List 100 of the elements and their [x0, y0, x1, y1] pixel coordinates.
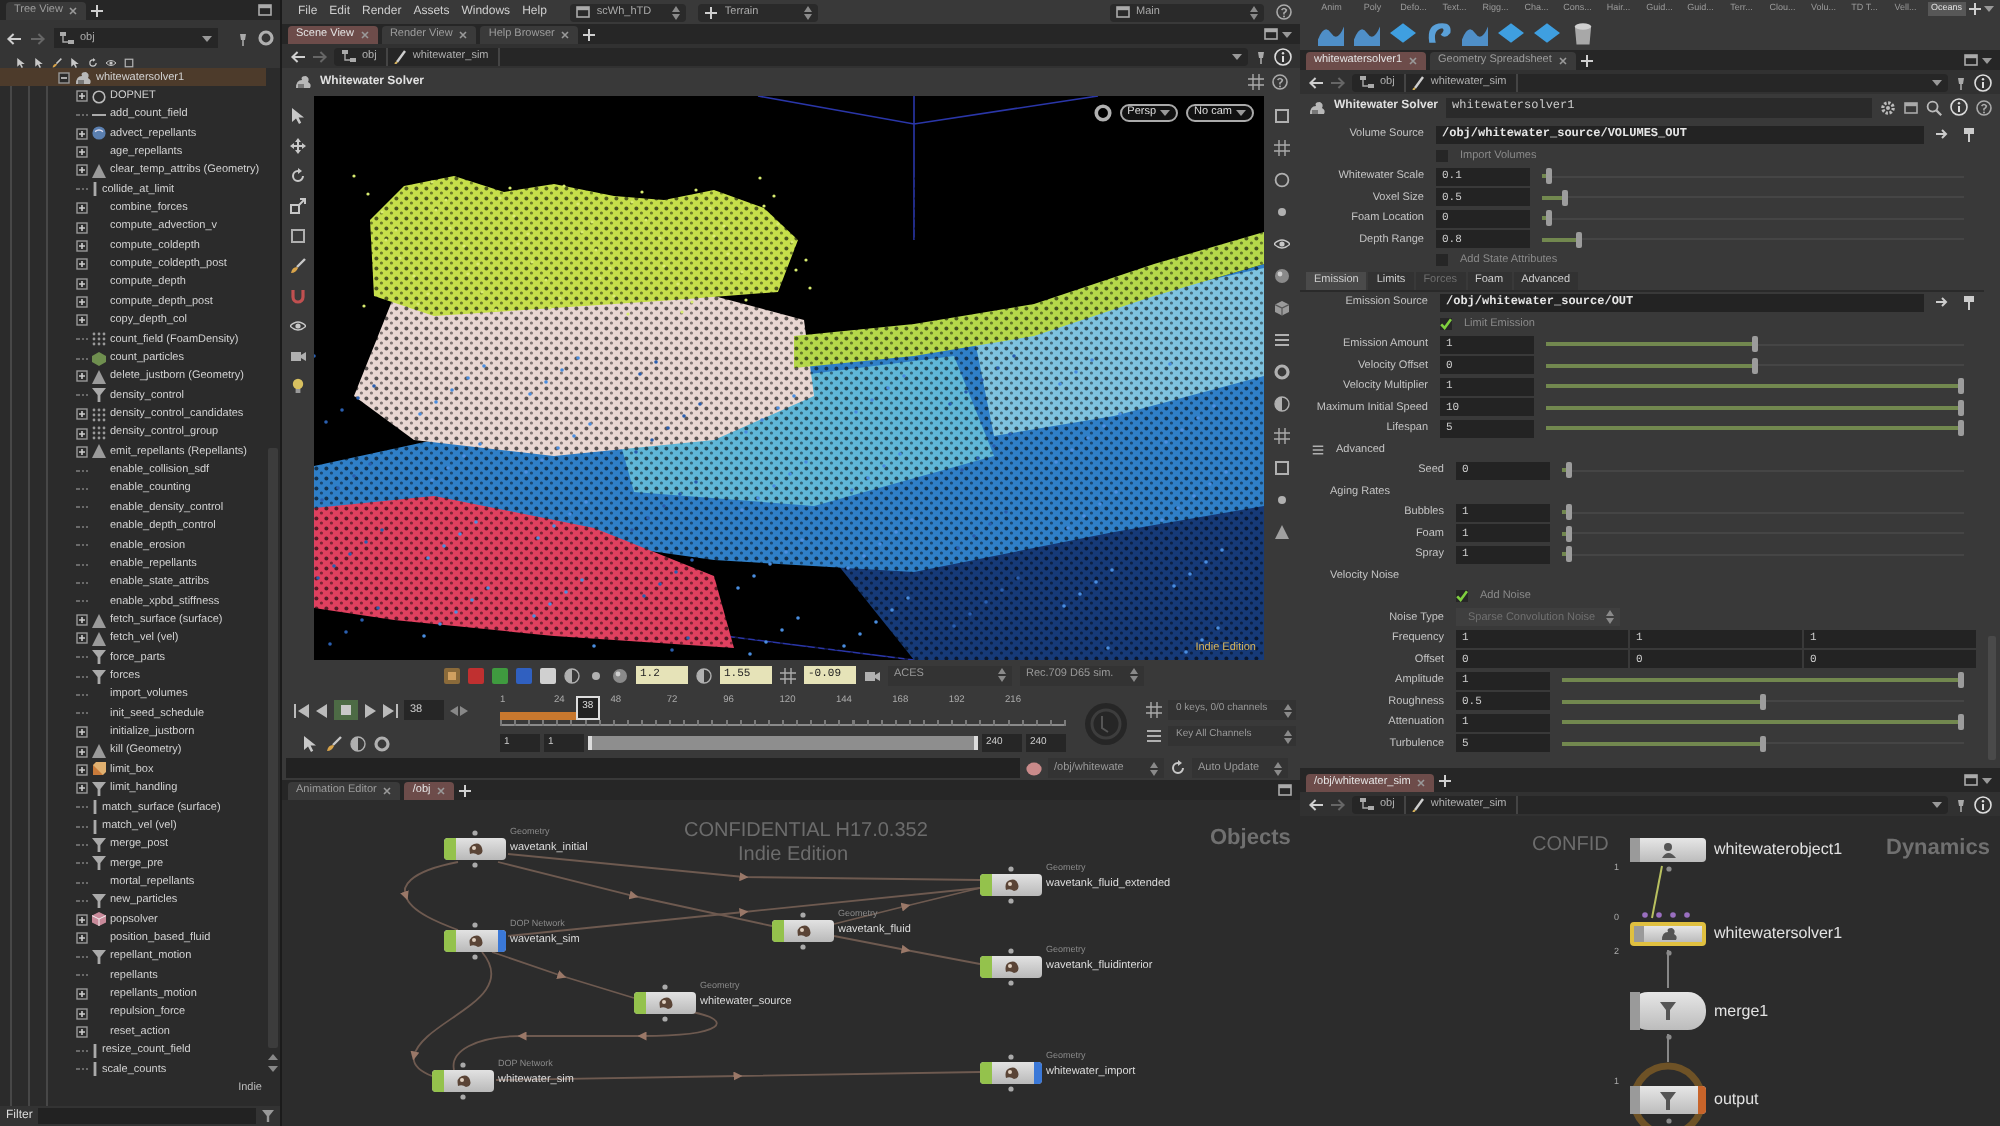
window-icon[interactable] — [1904, 101, 1918, 113]
bucket-icon[interactable] — [1570, 20, 1596, 46]
plus-icon[interactable] — [1968, 1, 1982, 15]
caret-icon[interactable] — [1982, 777, 1992, 783]
expand-icon[interactable] — [76, 427, 88, 439]
window-icon[interactable] — [258, 4, 272, 16]
output-port-icon[interactable] — [472, 862, 478, 868]
input-port-icon[interactable] — [472, 922, 478, 928]
back-arrow-icon[interactable] — [1308, 797, 1324, 811]
connection-wire[interactable] — [495, 1071, 981, 1081]
network-node[interactable] — [444, 930, 506, 952]
expand-icon[interactable] — [76, 932, 88, 945]
square-icon[interactable] — [1274, 108, 1290, 124]
back-arrow-icon[interactable] — [6, 31, 22, 45]
node-chooser-icon[interactable] — [1936, 128, 1950, 141]
step-back-icon[interactable] — [316, 703, 328, 717]
input-port-icon[interactable] — [1008, 866, 1014, 872]
sphere-icon[interactable] — [1274, 268, 1290, 284]
ring-icon[interactable] — [1093, 104, 1112, 122]
input-port-icon[interactable] — [1684, 912, 1690, 918]
network-node[interactable] — [1630, 1086, 1706, 1114]
slider-handle[interactable] — [1958, 714, 1964, 731]
caret-icon[interactable] — [1982, 57, 1992, 63]
square-icon[interactable] — [124, 57, 134, 67]
curl-icon[interactable] — [1426, 20, 1452, 46]
circle-icon[interactable] — [1274, 172, 1290, 188]
help-icon[interactable] — [1276, 4, 1292, 20]
cross-arrows-icon[interactable] — [290, 138, 306, 154]
input-port-icon[interactable] — [1642, 912, 1648, 918]
lines-icon[interactable] — [1146, 728, 1162, 744]
gear-icon[interactable] — [1880, 99, 1896, 115]
scroll-down-icon[interactable] — [268, 1066, 278, 1072]
grid-icon[interactable] — [1146, 702, 1162, 718]
output-port-icon[interactable] — [1665, 1118, 1671, 1124]
cube-icon[interactable] — [1274, 300, 1290, 316]
close-icon[interactable] — [359, 30, 370, 40]
plus-icon[interactable] — [582, 27, 597, 41]
ring-icon[interactable] — [1274, 364, 1290, 380]
window-icon[interactable] — [1116, 6, 1130, 18]
half-circle-icon[interactable] — [564, 667, 580, 683]
diamond-icon[interactable] — [1534, 20, 1560, 46]
close-icon[interactable] — [1416, 778, 1427, 788]
diamond-icon[interactable] — [1390, 20, 1416, 46]
caret-icon[interactable] — [1232, 53, 1242, 59]
window-icon[interactable] — [576, 6, 591, 18]
diamond-icon[interactable] — [1498, 20, 1524, 46]
dot-icon[interactable] — [1274, 492, 1290, 508]
eye-icon[interactable] — [290, 318, 306, 334]
expand-icon[interactable] — [76, 745, 88, 758]
cursor-icon[interactable] — [302, 735, 318, 751]
input-port-icon[interactable] — [1656, 912, 1662, 918]
magnet-icon[interactable] — [290, 288, 306, 304]
connection-wire[interactable] — [410, 951, 493, 1077]
network-canvas[interactable] — [282, 800, 1300, 1126]
plus-icon[interactable] — [704, 5, 719, 19]
plus-icon[interactable] — [1438, 773, 1453, 787]
close-icon[interactable] — [560, 30, 571, 40]
expand-icon[interactable] — [76, 295, 88, 308]
pin-icon[interactable] — [1954, 797, 1968, 811]
expand-icon[interactable] — [76, 445, 88, 458]
expand-icon[interactable] — [76, 164, 88, 177]
triangle-icon[interactable] — [1274, 524, 1290, 540]
connection-wire[interactable] — [1667, 949, 1669, 989]
brush-icon[interactable] — [290, 258, 306, 274]
output-port-icon[interactable] — [472, 954, 478, 960]
eye-icon[interactable] — [1274, 236, 1290, 252]
plus-icon[interactable] — [1579, 53, 1594, 67]
expand-icon[interactable] — [76, 782, 88, 795]
grid-icon[interactable] — [1274, 428, 1290, 444]
output-port-icon[interactable] — [662, 1016, 668, 1022]
expand-icon[interactable] — [76, 127, 88, 140]
rotate-icon[interactable] — [1170, 760, 1186, 776]
window-icon[interactable] — [1278, 784, 1292, 796]
expand-icon[interactable] — [76, 726, 88, 739]
square-icon[interactable] — [290, 228, 306, 244]
help-icon[interactable] — [1976, 99, 1992, 115]
expand-icon[interactable] — [76, 408, 88, 421]
network-node[interactable] — [1630, 922, 1706, 946]
expand-icon[interactable] — [76, 913, 88, 926]
close-icon[interactable] — [68, 6, 79, 16]
expand-icon[interactable] — [76, 239, 88, 252]
info-icon[interactable] — [1274, 47, 1292, 65]
network-node[interactable] — [980, 956, 1042, 978]
back-arrow-icon[interactable] — [290, 49, 306, 63]
play-icon[interactable] — [364, 703, 376, 717]
skip-end-icon[interactable] — [382, 703, 398, 717]
expand-icon[interactable] — [76, 90, 88, 103]
step-arrows-icon[interactable] — [450, 705, 468, 715]
close-icon[interactable] — [458, 30, 469, 40]
expand-icon[interactable] — [76, 1007, 88, 1020]
dot-icon[interactable] — [588, 667, 604, 683]
caret-icon[interactable] — [1236, 110, 1246, 116]
close-icon[interactable] — [382, 786, 393, 796]
grid-icon[interactable] — [1248, 74, 1264, 90]
network-node[interactable] — [1630, 992, 1706, 1030]
camera-icon[interactable] — [290, 348, 306, 364]
swatch-icon[interactable] — [516, 667, 532, 683]
expand-icon[interactable] — [76, 370, 88, 383]
checkbox[interactable] — [1440, 317, 1452, 330]
slider-handle[interactable] — [1565, 462, 1572, 479]
